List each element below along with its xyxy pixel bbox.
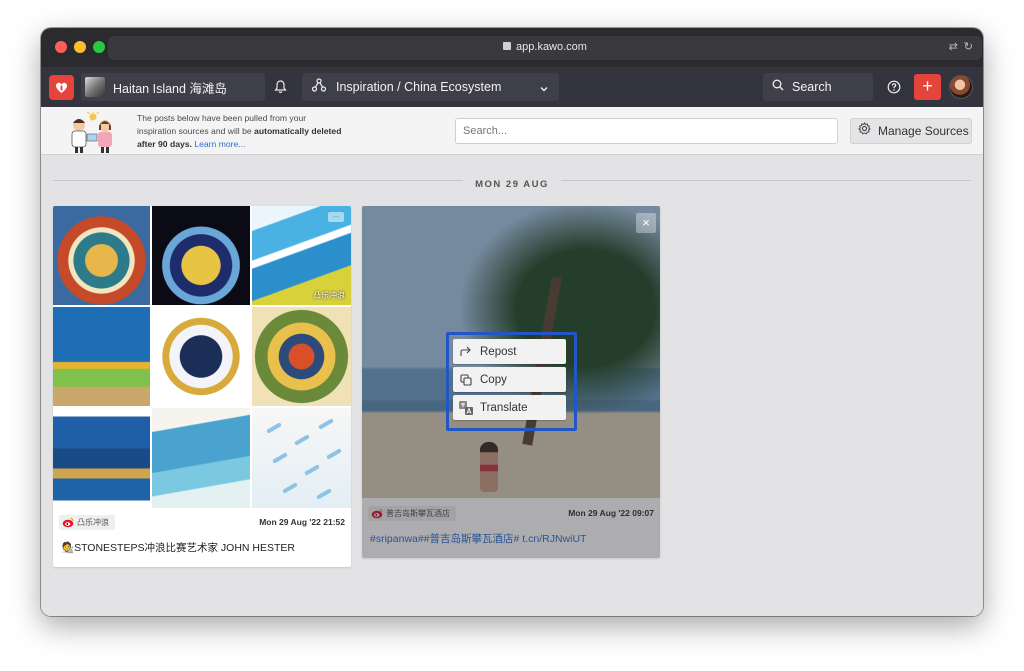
maximize-window-button[interactable]: [93, 41, 105, 53]
global-search-button[interactable]: Search: [763, 73, 873, 101]
account-switcher[interactable]: Haitan Island 海滩岛: [81, 73, 265, 101]
post-image[interactable]: [53, 307, 150, 406]
account-avatar: [85, 77, 105, 97]
copy-label: Copy: [480, 373, 507, 386]
close-icon[interactable]: ×: [636, 213, 656, 233]
source-badge[interactable]: 凸乐冲浪: [59, 515, 115, 530]
copy-button[interactable]: Copy: [453, 367, 566, 392]
repost-icon: [459, 345, 473, 359]
minimize-window-button[interactable]: [74, 41, 86, 53]
post-image[interactable]: [252, 307, 351, 406]
kawo-logo-icon[interactable]: [49, 75, 74, 100]
app-navbar: Haitan Island 海滩岛 Inspiration / China Ec…: [41, 67, 983, 107]
gif-badge: ···: [328, 212, 344, 222]
learn-more-link[interactable]: Learn more...: [194, 139, 245, 149]
post-image[interactable]: [152, 307, 250, 406]
date-heading: MON 29 AUG: [463, 179, 561, 190]
copy-icon: [459, 373, 473, 387]
post-caption: 🧑‍🎨STONESTEPS冲浪比赛艺术家 JOHN HESTER: [61, 542, 295, 554]
reload-icon[interactable]: ↻: [964, 41, 973, 53]
address-bar[interactable]: app.kawo.com: [108, 36, 982, 60]
close-window-button[interactable]: [55, 41, 67, 53]
repost-label: Repost: [480, 345, 517, 358]
weibo-icon: [62, 518, 74, 528]
post-card[interactable]: 普吉岛斯攀瓦酒店 Mon 29 Aug '22 09:07 #sripanwa#…: [362, 206, 660, 558]
inspiration-info-bar: The posts below have been pulled from yo…: [41, 107, 983, 155]
post-image[interactable]: [252, 408, 351, 508]
browser-window: app.kawo.com ⇄ ↻ Haitan Island 海滩岛 Inspir…: [41, 28, 983, 616]
bell-icon[interactable]: [274, 80, 287, 99]
post-timestamp: Mon 29 Aug '22 21:52: [259, 517, 345, 527]
translate-icon: [459, 400, 473, 415]
workspace-selector[interactable]: Inspiration / China Ecosystem: [302, 73, 559, 101]
post-image-grid[interactable]: ··· 凸乐冲浪: [53, 206, 351, 508]
search-label: Search: [792, 80, 832, 94]
repost-button[interactable]: Repost: [453, 339, 566, 364]
people-illustration-icon: [65, 110, 121, 154]
lock-icon: [503, 42, 512, 50]
post-image[interactable]: [53, 206, 150, 305]
gear-icon: [858, 122, 871, 140]
post-meta: 凸乐冲浪 Mon 29 Aug '22 21:52: [59, 515, 345, 531]
browser-toolbar: app.kawo.com ⇄ ↻: [41, 28, 983, 67]
chevron-down-icon: [539, 81, 549, 99]
post-image[interactable]: ··· 凸乐冲浪: [252, 206, 351, 305]
translate-page-icon[interactable]: ⇄: [949, 41, 958, 53]
create-post-button[interactable]: +: [914, 74, 941, 100]
post-image[interactable]: [152, 206, 250, 305]
workspace-label: Inspiration / China Ecosystem: [336, 80, 502, 94]
account-name: Haitan Island 海滩岛: [113, 81, 227, 96]
image-watermark: 凸乐冲浪: [313, 291, 345, 300]
translate-button[interactable]: Translate: [453, 395, 566, 420]
help-icon[interactable]: [887, 80, 901, 99]
manage-sources-label: Manage Sources: [878, 124, 969, 138]
manage-sources-button[interactable]: Manage Sources: [850, 118, 972, 144]
source-name: 凸乐冲浪: [77, 518, 109, 527]
retention-notice: The posts below have been pulled from yo…: [137, 112, 347, 151]
network-icon: [311, 77, 327, 97]
post-image[interactable]: [152, 408, 250, 508]
post-action-menu: Repost Copy Translate: [453, 339, 566, 423]
posts-feed: MON 29 AUG ··· 凸乐冲浪 凸乐冲浪 Mon 29 Aug '22 …: [41, 155, 983, 616]
post-card[interactable]: ··· 凸乐冲浪: [53, 206, 351, 567]
posts-search-input[interactable]: [455, 118, 838, 144]
post-image[interactable]: [53, 408, 150, 508]
url-text: app.kawo.com: [516, 41, 587, 53]
search-icon: [772, 78, 784, 96]
user-avatar[interactable]: [949, 75, 973, 99]
translate-label: Translate: [480, 401, 528, 414]
